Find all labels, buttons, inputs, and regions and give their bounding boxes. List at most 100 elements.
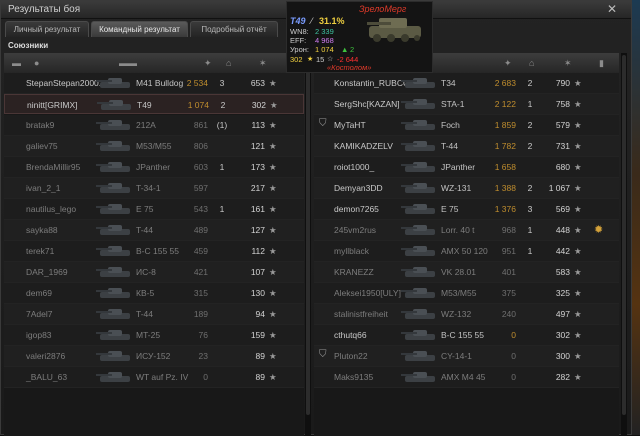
frags-value: 1 bbox=[527, 99, 533, 109]
player-row[interactable]: terek71 B-C 155 55 459 112 ★ bbox=[4, 241, 304, 262]
player-name: ivan_2_1 bbox=[26, 183, 61, 193]
player-row[interactable]: bratak9 212A 861 (1) 113 ★ bbox=[4, 115, 304, 136]
player-icon[interactable]: ● bbox=[34, 58, 39, 68]
stat-b: 15 bbox=[316, 55, 325, 64]
squad-icon[interactable]: ▮ bbox=[599, 58, 604, 69]
player-row[interactable]: igop83 MT-25 76 159 ★ bbox=[4, 325, 304, 346]
tank-name: T49 bbox=[137, 100, 152, 110]
player-row[interactable]: Aleksei1950[ULY] M53/M55 375 325 ★ bbox=[314, 283, 619, 304]
enemies-scrollbar[interactable] bbox=[621, 53, 627, 436]
player-row[interactable]: Demyan3DD WZ-131 1 388 2 1 067 ★ bbox=[314, 178, 619, 199]
tank-name: MT-25 bbox=[136, 330, 161, 340]
damage-value: 1 376 bbox=[494, 204, 516, 214]
tab-label: Командный результат bbox=[99, 25, 180, 34]
player-name: Aleksei1950[ULY] bbox=[334, 288, 401, 298]
player-row[interactable]: galiev75 M53/M55 806 121 ★ bbox=[4, 136, 304, 157]
star-icon: ★ bbox=[307, 56, 314, 63]
player-row[interactable]: myllblack AMX 50 120 951 1 442 ★ bbox=[314, 241, 619, 262]
star-icon: ★ bbox=[574, 183, 582, 193]
xp-value: 497 bbox=[555, 309, 570, 319]
player-name: ninitt[GRIMX] bbox=[27, 100, 78, 110]
player-name: sayka88 bbox=[26, 225, 58, 235]
damage-value: 1 782 bbox=[494, 141, 516, 151]
xp-value: 300 bbox=[555, 351, 570, 361]
xp-icon[interactable]: ✶ bbox=[564, 58, 572, 69]
tank-name: T-44 bbox=[136, 225, 154, 235]
tab-detailed-report[interactable]: Подробный отчёт bbox=[190, 21, 278, 37]
player-row[interactable]: Konstantin_RUBCOF... T34 2 683 2 790 ★ bbox=[314, 73, 619, 94]
xp-icon[interactable]: ✶ bbox=[259, 58, 267, 69]
frags-icon[interactable]: ⌂ bbox=[529, 58, 534, 68]
player-row[interactable]: ninitt[GRIMX] T49 1 074 2 302 ★ bbox=[4, 94, 304, 114]
squad-icon[interactable]: ▬ bbox=[12, 58, 21, 68]
player-row[interactable]: cthutq66 B-C 155 55 0 302 ★ bbox=[314, 325, 619, 346]
player-row[interactable]: demon7265 E 75 1 376 3 569 ★ bbox=[314, 199, 619, 220]
tank-name: B-C 155 55 bbox=[136, 246, 179, 256]
player-name: igop83 bbox=[26, 330, 52, 340]
tank-name: E 75 bbox=[441, 204, 459, 214]
tank-name: VK 28.01 bbox=[441, 267, 476, 277]
player-row[interactable]: ⛉ Pluton22 CY-14-1 0 300 ★ bbox=[314, 346, 619, 367]
star-icon: ★ bbox=[574, 351, 582, 361]
xp-value: 113 bbox=[251, 120, 265, 130]
tank-name: КВ-5 bbox=[136, 288, 155, 298]
player-name: nautilus_lego bbox=[26, 204, 77, 214]
xp-value: 302 bbox=[555, 330, 570, 340]
player-row[interactable]: dem69 КВ-5 315 130 ★ bbox=[4, 283, 304, 304]
damage-value: 0 bbox=[511, 372, 516, 382]
frags-value: 2 bbox=[527, 78, 533, 88]
player-name: SergShc[KAZAN] bbox=[334, 99, 400, 109]
player-name: terek71 bbox=[26, 246, 55, 256]
player-row[interactable]: valeri2876 ИСУ-152 23 89 ★ bbox=[4, 346, 304, 367]
damage-value: 951 bbox=[501, 246, 516, 256]
frags-value: 1 bbox=[219, 204, 225, 214]
star-icon: ★ bbox=[269, 183, 277, 193]
player-row[interactable]: 7Adel7 T-44 189 94 ★ bbox=[4, 304, 304, 325]
player-row[interactable]: _BALU_63 WT auf Pz. IV 0 89 ★ bbox=[4, 367, 304, 388]
damage-value: 0 bbox=[511, 351, 516, 361]
tab-team-result[interactable]: Командный результат bbox=[91, 21, 188, 37]
frags-value: 2 bbox=[220, 100, 226, 110]
xp-value: 790 bbox=[555, 78, 570, 88]
star-icon: ★ bbox=[269, 330, 277, 340]
frags-icon[interactable]: ⌂ bbox=[226, 58, 231, 68]
xp-value: 112 bbox=[251, 246, 265, 256]
damage-value: 421 bbox=[193, 267, 208, 277]
player-row[interactable]: ivan_2_1 T-34-1 597 217 ★ bbox=[4, 178, 304, 199]
player-row[interactable]: 245vm2rus Lorr. 40 t 968 1 448 ★ ✹ bbox=[314, 220, 619, 241]
player-row[interactable]: stalinistfreiheit WZ-132 240 497 ★ bbox=[314, 304, 619, 325]
star-icon: ★ bbox=[269, 372, 277, 382]
star-icon: ★ bbox=[269, 267, 277, 277]
player-name: bratak9 bbox=[26, 120, 55, 130]
xp-value: 127 bbox=[250, 225, 265, 235]
player-name: MyTaHT bbox=[334, 120, 366, 130]
player-row[interactable]: Maks9135 AMX M4 45 0 282 ★ bbox=[314, 367, 619, 388]
tank-icon[interactable]: ▬▬ bbox=[119, 58, 137, 68]
damage-icon[interactable]: ✦ bbox=[204, 58, 212, 69]
player-row[interactable]: BrendaMillir95 JPanther 603 1 173 ★ bbox=[4, 157, 304, 178]
allies-scrollbar[interactable] bbox=[305, 53, 311, 436]
tab-label: Личный результат bbox=[13, 25, 81, 34]
player-row[interactable]: sayka88 T-44 489 127 ★ bbox=[4, 220, 304, 241]
player-row[interactable]: DAR_1969 ИС-8 421 107 ★ bbox=[4, 262, 304, 283]
xp-value: 94 bbox=[255, 309, 265, 319]
player-row[interactable]: KRANEZZ VK 28.01 401 583 ★ bbox=[314, 262, 619, 283]
xp-value: 653 bbox=[250, 78, 265, 88]
shield-icon: ⛉ bbox=[319, 349, 327, 360]
player-row[interactable]: ⛉ MyTaHT Foch 1 859 2 579 ★ bbox=[314, 115, 619, 136]
player-row[interactable]: roiot1000_ JPanther 1 658 680 ★ bbox=[314, 157, 619, 178]
frags-value: 2 bbox=[527, 141, 533, 151]
close-icon[interactable]: ✕ bbox=[607, 2, 617, 16]
player-row[interactable]: StepanStepan2000... M41 Bulldog 2 534 3 653 ★ bbox=[4, 73, 304, 94]
star-icon: ☆ bbox=[327, 56, 334, 63]
damage-icon[interactable]: ✦ bbox=[504, 58, 512, 69]
player-name: galiev75 bbox=[26, 141, 58, 151]
player-row[interactable]: KAMIKADZELV T-44 1 782 2 731 ★ bbox=[314, 136, 619, 157]
player-row[interactable]: nautilus_lego E 75 543 1 161 ★ bbox=[4, 199, 304, 220]
player-stats-tooltip: ЗрелоМерг T49 ⁄ 31.1% WN8: 2 339 EFF: 4 … bbox=[286, 1, 433, 73]
player-row[interactable]: SergShc[KAZAN] STA-1 2 122 1 758 ★ bbox=[314, 94, 619, 115]
player-name: BrendaMillir95 bbox=[26, 162, 81, 172]
tab-personal-result[interactable]: Личный результат bbox=[5, 21, 89, 37]
damage-value: 76 bbox=[198, 330, 208, 340]
xp-value: 448 bbox=[555, 225, 570, 235]
